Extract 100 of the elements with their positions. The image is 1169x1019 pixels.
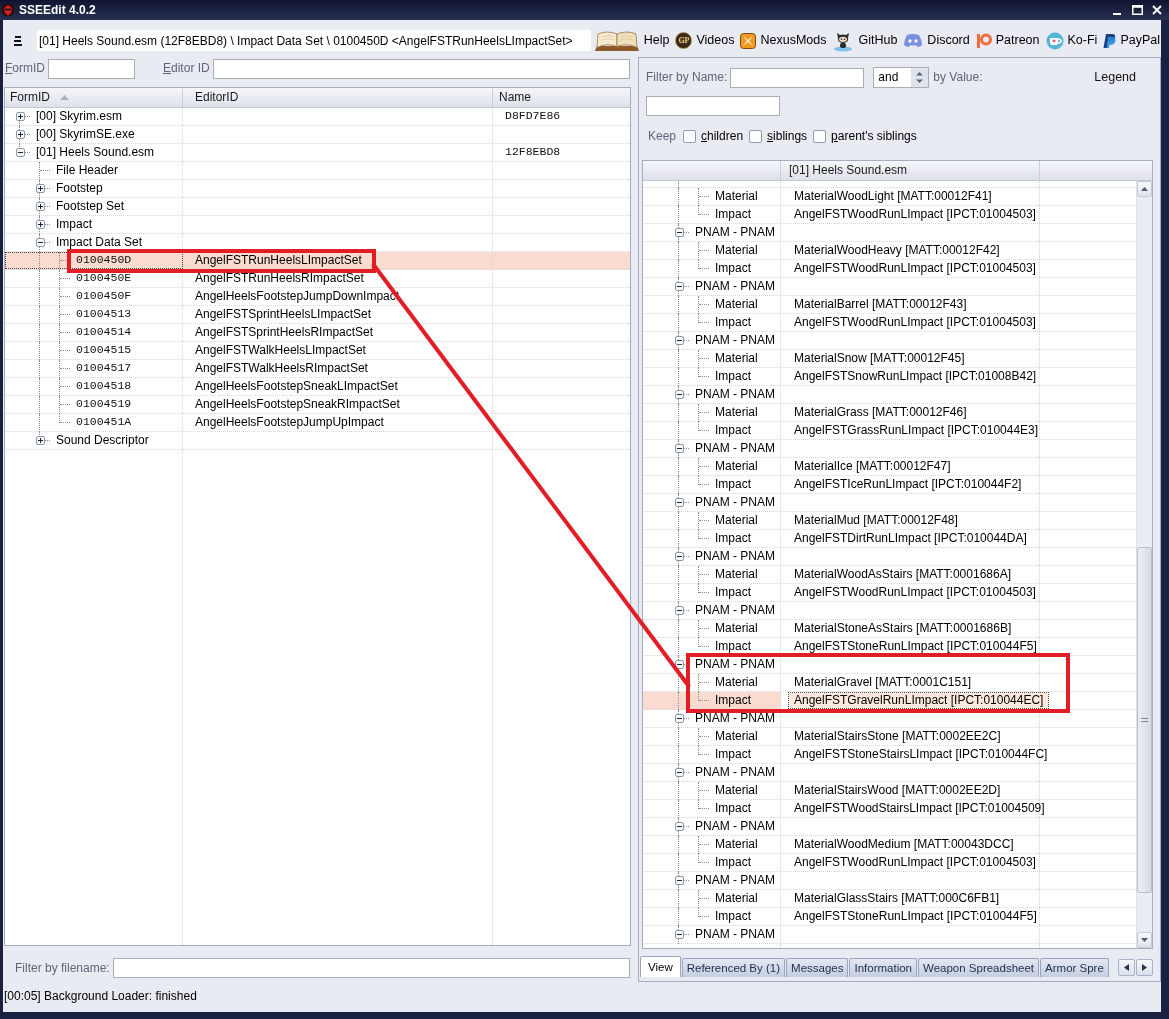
value-filter-field[interactable] bbox=[646, 96, 780, 116]
tree-row[interactable]: Material MaterialGlassStairs [MATT:000C6FB1] bbox=[643, 890, 1136, 908]
tree-row[interactable]: Material MaterialSnow [MATT:00012F45] bbox=[643, 350, 1136, 368]
filename-filter-field[interactable] bbox=[112, 958, 630, 978]
tree-row[interactable]: [00] Skyrim.esm D8FD7E86 bbox=[5, 108, 630, 126]
toolbar-link[interactable]: GitHub bbox=[831, 28, 899, 53]
scrollbar[interactable] bbox=[1136, 181, 1152, 948]
checkbox[interactable] bbox=[813, 130, 827, 143]
tree-row[interactable]: PNAM - PNAM bbox=[643, 494, 1136, 512]
tree-row[interactable]: PNAM - PNAM bbox=[643, 440, 1136, 458]
collapse-icon[interactable] bbox=[674, 768, 684, 777]
tree-row[interactable]: Impact AngelFSTGrassRunLImpact [IPCT:010044E3] bbox=[643, 422, 1136, 440]
tree-row[interactable]: 0100451A AngelHeelsFootstepJumpUpImpact bbox=[5, 414, 630, 432]
scroll-up-button[interactable] bbox=[1137, 181, 1152, 197]
tree-row[interactable]: Impact AngelFSTWoodRunLImpact [IPCT:01004503] bbox=[643, 584, 1136, 602]
expand-icon[interactable] bbox=[35, 436, 45, 445]
scrollbar-thumb[interactable] bbox=[1137, 547, 1152, 893]
collapse-icon[interactable] bbox=[674, 444, 684, 453]
close-button[interactable] bbox=[1150, 3, 1164, 17]
tree-row[interactable]: Impact AngelFSTSnowRunLImpact [IPCT:01008B42] bbox=[643, 368, 1136, 386]
tree-row[interactable]: Footstep bbox=[5, 180, 630, 198]
column-header[interactable]: FormID bbox=[5, 88, 183, 107]
tree-row[interactable]: 0100450E AngelFSTRunHeelsRImpactSet bbox=[5, 270, 630, 288]
tree-row[interactable]: Impact AngelFSTGravelRunLImpact [IPCT:010044EC] bbox=[643, 692, 1136, 710]
toolbar-link[interactable]: NexusMods bbox=[739, 28, 828, 53]
checkbox[interactable] bbox=[683, 130, 697, 143]
tree-row[interactable]: Impact AngelFSTWoodRunLImpact [IPCT:01004503] bbox=[643, 854, 1136, 872]
toolbar-link[interactable]: Ko-Fi bbox=[1044, 28, 1099, 53]
tree-row[interactable]: Material MaterialWoodAsStairs [MATT:0001686A] bbox=[643, 566, 1136, 584]
tree-row[interactable]: PNAM - PNAM bbox=[643, 926, 1136, 944]
collapse-icon[interactable] bbox=[674, 822, 684, 831]
tree-row[interactable]: PNAM - PNAM bbox=[643, 872, 1136, 890]
tab[interactable]: Referenced By (1) bbox=[681, 958, 786, 977]
scroll-down-button[interactable] bbox=[1137, 932, 1152, 948]
tree-row[interactable]: 0100450D AngelFSTRunHeelsLImpactSet bbox=[5, 252, 630, 270]
tree-row[interactable]: 01004517 AngelFSTWalkHeelsRImpactSet bbox=[5, 360, 630, 378]
tree-row[interactable]: Footstep Set bbox=[5, 198, 630, 216]
expand-icon[interactable] bbox=[35, 184, 45, 193]
tree-row[interactable]: Impact AngelFSTDirtRunLImpact [IPCT:010044DA] bbox=[643, 530, 1136, 548]
tab[interactable]: Messages bbox=[786, 958, 849, 977]
tree-row[interactable]: 01004513 AngelFSTSprintHeelsLImpactSet bbox=[5, 306, 630, 324]
expand-icon[interactable] bbox=[15, 130, 25, 139]
maximize-button[interactable] bbox=[1130, 3, 1144, 17]
collapse-icon[interactable] bbox=[35, 238, 45, 247]
collapse-icon[interactable] bbox=[15, 148, 25, 157]
tab[interactable]: Information bbox=[849, 958, 917, 977]
tab-scroll-right-button[interactable] bbox=[1136, 958, 1153, 976]
collapse-icon[interactable] bbox=[674, 714, 684, 723]
toolbar-link[interactable]: PayPal bbox=[1102, 28, 1161, 53]
expand-icon[interactable] bbox=[15, 112, 25, 121]
tree-row[interactable]: Impact AngelFSTWoodRunLImpact [IPCT:01004503] bbox=[643, 314, 1136, 332]
tree-row[interactable]: Material MaterialStairsWood [MATT:0002EE2D] bbox=[643, 782, 1136, 800]
tree-row[interactable]: 01004514 AngelFSTSprintHeelsRImpactSet bbox=[5, 324, 630, 342]
collapse-icon[interactable] bbox=[674, 390, 684, 399]
tree-row[interactable]: Material MaterialBarrel [MATT:00012F43] bbox=[643, 296, 1136, 314]
tree-row[interactable]: PNAM - PNAM bbox=[643, 548, 1136, 566]
tab[interactable]: Armor Spre bbox=[1040, 958, 1109, 977]
filter-field[interactable] bbox=[48, 58, 135, 79]
tree-row[interactable]: PNAM - PNAM bbox=[643, 332, 1136, 350]
tree-row[interactable]: Material MaterialMud [MATT:00012F48] bbox=[643, 512, 1136, 530]
tree-row[interactable]: Impact bbox=[5, 216, 630, 234]
tree-row[interactable]: 01004519 AngelHeelsFootstepSneakRImpactSet bbox=[5, 396, 630, 414]
tree-row[interactable]: Material MaterialStoneAsStairs [MATT:0001686B] bbox=[643, 620, 1136, 638]
tab[interactable]: View bbox=[640, 956, 681, 977]
tree-row[interactable]: PNAM - PNAM bbox=[643, 278, 1136, 296]
tree-row[interactable]: Impact AngelFSTWoodStairsLImpact [IPCT:01004509] bbox=[643, 800, 1136, 818]
tree-row[interactable]: PNAM - PNAM bbox=[643, 656, 1136, 674]
tree-row[interactable]: PNAM - PNAM bbox=[643, 602, 1136, 620]
operator-combo[interactable]: and bbox=[873, 67, 930, 88]
tree-row[interactable]: Impact AngelFSTWoodRunLImpact [IPCT:01004503] bbox=[643, 206, 1136, 224]
tab[interactable]: Weapon Spreadsheet bbox=[918, 958, 1040, 977]
tree-row[interactable]: PNAM - PNAM bbox=[643, 764, 1136, 782]
collapse-icon[interactable] bbox=[674, 876, 684, 885]
collapse-icon[interactable] bbox=[674, 336, 684, 345]
tree-row[interactable]: Impact AngelFSTWoodRunLImpact [IPCT:01004503] bbox=[643, 260, 1136, 278]
tree-row[interactable]: PNAM - PNAM bbox=[643, 818, 1136, 836]
collapse-icon[interactable] bbox=[674, 660, 684, 669]
tree-row[interactable]: 01004515 AngelFSTWalkHeelsLImpactSet bbox=[5, 342, 630, 360]
toolbar-link[interactable]: Help bbox=[592, 28, 671, 53]
toolbar-link[interactable]: Patreon bbox=[974, 28, 1041, 53]
tree-row[interactable]: Impact AngelFSTStoneRunLImpact [IPCT:010044F5] bbox=[643, 908, 1136, 926]
name-filter-field[interactable] bbox=[730, 67, 865, 88]
collapse-icon[interactable] bbox=[674, 498, 684, 507]
collapse-icon[interactable] bbox=[674, 552, 684, 561]
tree-row[interactable]: PNAM - PNAM bbox=[643, 386, 1136, 404]
tree-row[interactable]: File Header bbox=[5, 162, 630, 180]
column-header[interactable]: Name bbox=[493, 88, 630, 107]
expand-icon[interactable] bbox=[35, 202, 45, 211]
tree-row[interactable]: Material MaterialGrass [MATT:00012F46] bbox=[643, 404, 1136, 422]
tab-scroll-left-button[interactable] bbox=[1118, 958, 1135, 976]
tree-row[interactable]: [00] SkyrimSE.exe bbox=[5, 126, 630, 144]
tree-row[interactable]: 01004518 AngelHeelsFootstepSneakLImpactSet bbox=[5, 378, 630, 396]
tree-row[interactable]: Material MaterialWoodMedium [MATT:00043DCC] bbox=[643, 836, 1136, 854]
column-header[interactable]: [01] Heels Sound.esm bbox=[781, 161, 1040, 180]
tree-row[interactable]: Material MaterialWoodLight [MATT:00012F41] bbox=[643, 188, 1136, 206]
menu-button[interactable] bbox=[12, 34, 24, 47]
collapse-icon[interactable] bbox=[674, 282, 684, 291]
tree-row[interactable]: PNAM - PNAM bbox=[643, 710, 1136, 728]
collapse-icon[interactable] bbox=[674, 606, 684, 615]
tree-row[interactable]: PNAM - PNAM bbox=[643, 224, 1136, 242]
